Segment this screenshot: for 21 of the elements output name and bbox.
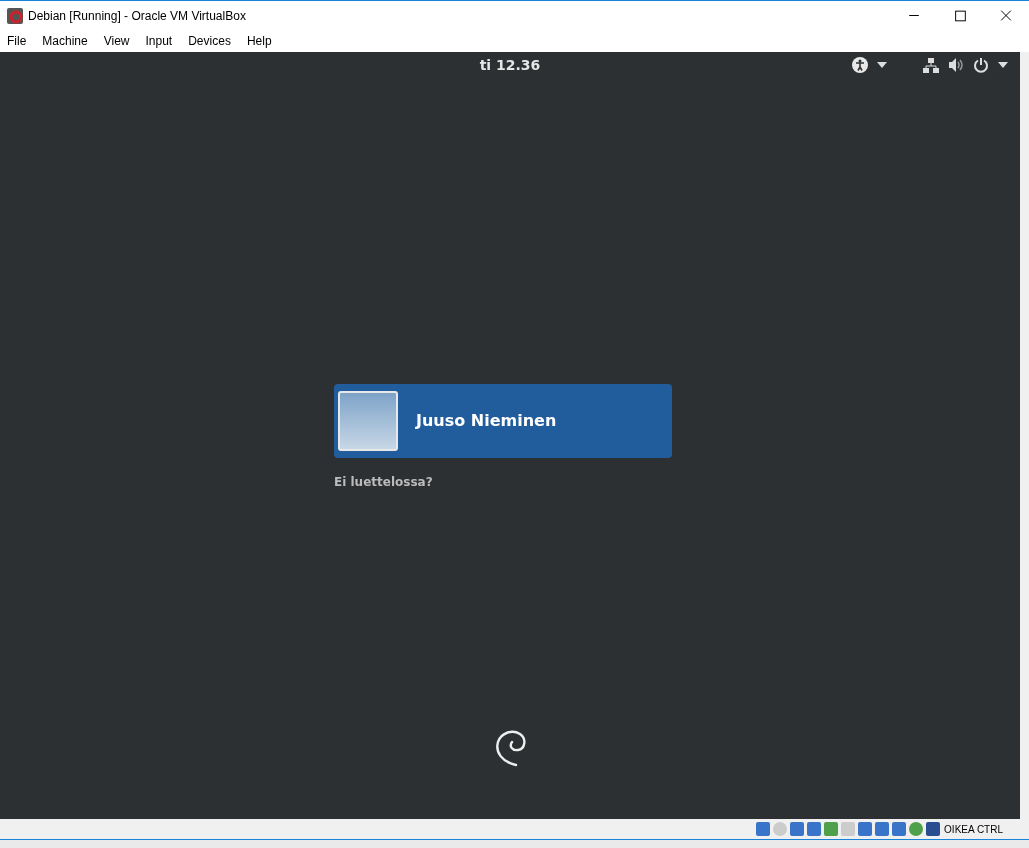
menu-item[interactable]: View — [103, 34, 130, 48]
menu-item[interactable]: Input — [145, 34, 173, 48]
avatar-photo-placeholder — [338, 390, 398, 451]
network-icon[interactable] — [923, 56, 939, 73]
menu-item[interactable]: Help — [246, 34, 272, 48]
window-title: Debian [Running] - Oracle VM VirtualBox — [28, 8, 247, 23]
power-icon[interactable] — [973, 56, 989, 73]
accessibility-icon[interactable] — [852, 56, 868, 73]
clock[interactable]: ti 12.36 — [479, 56, 541, 73]
app-icon — [7, 7, 23, 24]
user-name: Juuso Nieminen — [416, 411, 557, 431]
caret-icon[interactable] — [877, 61, 887, 68]
menu-item[interactable]: Machine — [42, 34, 88, 48]
host-key-label: OIKEA CTRL — [944, 823, 1003, 835]
caret-icon[interactable] — [998, 61, 1008, 68]
device-status-icons[interactable] — [756, 822, 941, 836]
menu-item[interactable]: Devices — [188, 34, 231, 48]
user-entry[interactable]: Juuso Nieminen — [334, 383, 672, 458]
not-listed-link[interactable]: Ei luettelossa? — [334, 474, 433, 489]
menu-item[interactable]: File — [7, 34, 27, 48]
volume-icon[interactable] — [948, 56, 964, 73]
